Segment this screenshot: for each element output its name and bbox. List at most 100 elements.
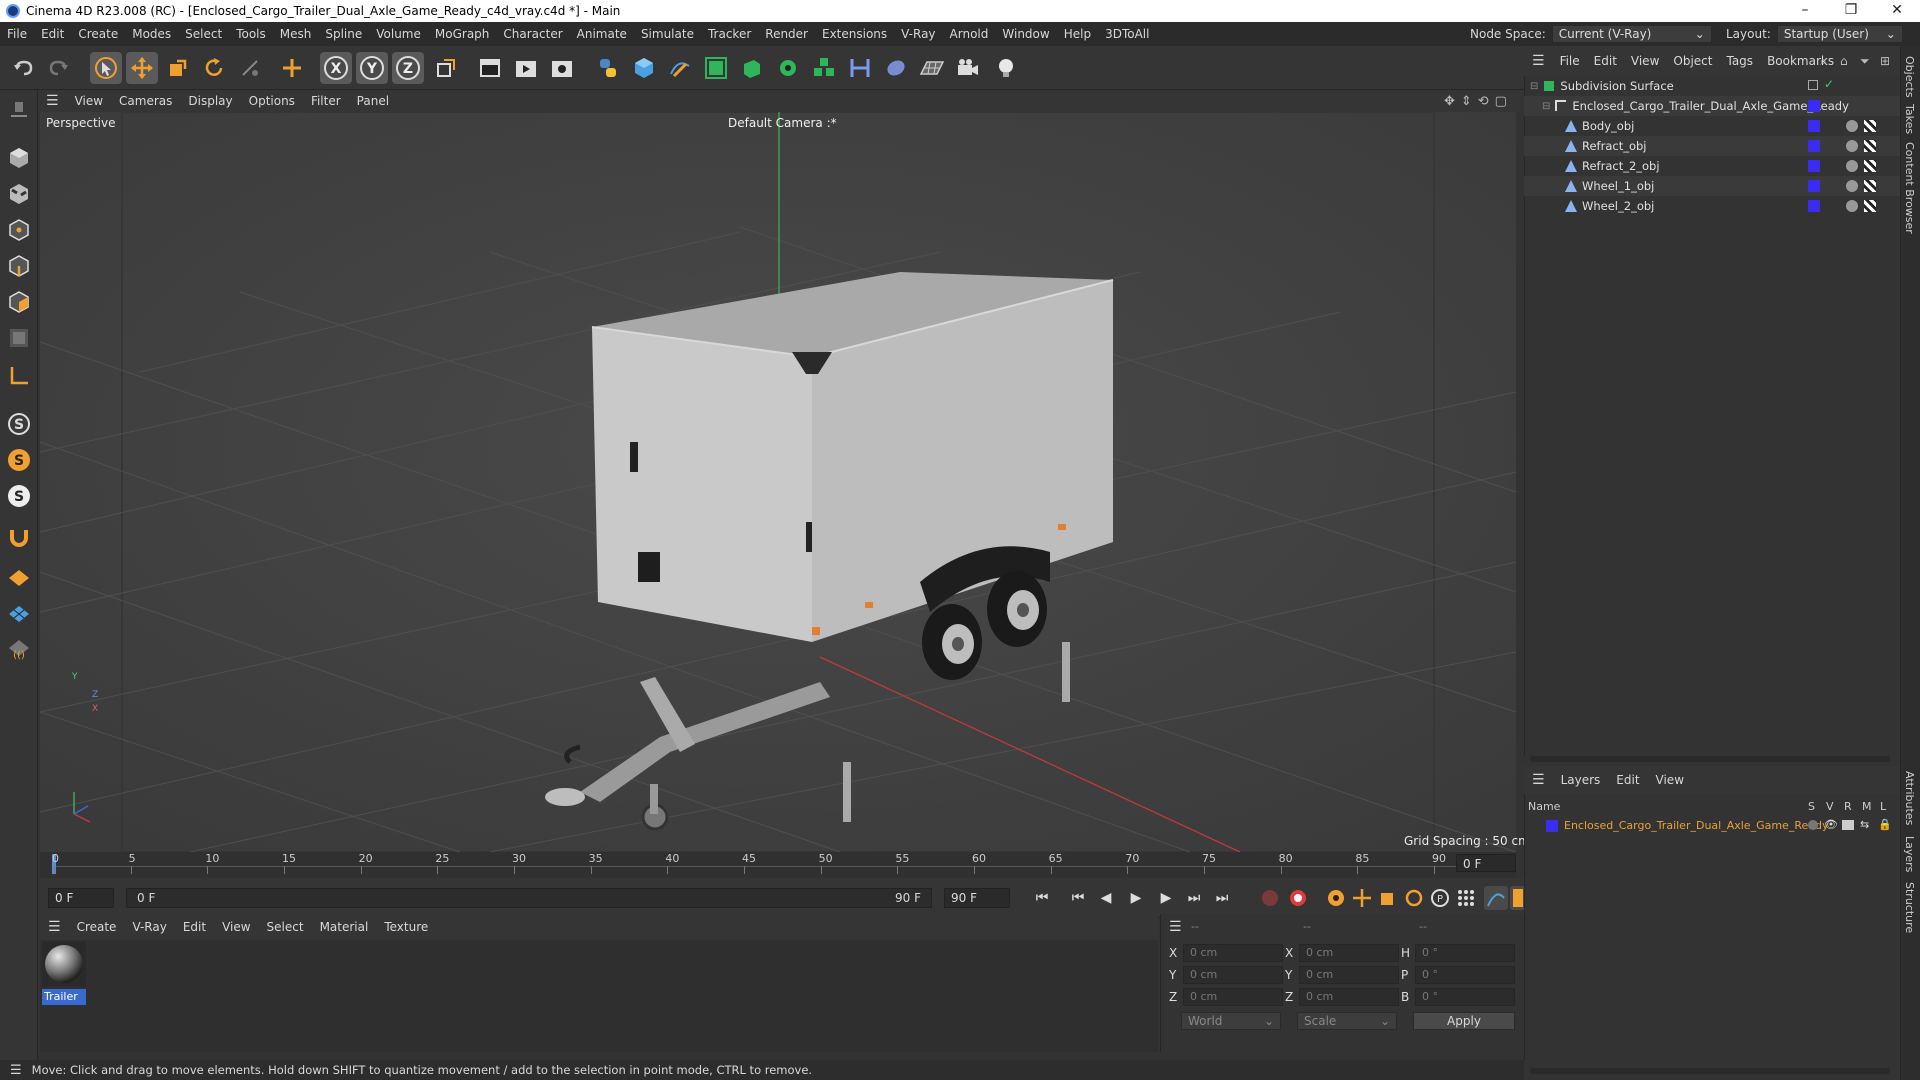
scale-mode-dropdown[interactable]: Scale ⌄ bbox=[1297, 1012, 1397, 1030]
locked-workplane-button[interactable] bbox=[3, 596, 35, 628]
pos-z-field[interactable]: 0 cm bbox=[1183, 988, 1283, 1006]
deformer-button[interactable] bbox=[844, 52, 876, 84]
previous-frame-button[interactable]: ◀ bbox=[1094, 886, 1118, 910]
z-axis-lock-button[interactable]: Z bbox=[392, 52, 424, 84]
menu-tools[interactable]: Tools bbox=[229, 27, 273, 41]
key-parameter-button[interactable]: P bbox=[1428, 886, 1452, 910]
menu-edit[interactable]: Edit bbox=[34, 27, 71, 41]
menu-create[interactable]: Create bbox=[71, 27, 125, 41]
scale-tool-button[interactable] bbox=[162, 52, 194, 84]
om-menu-bookmarks[interactable]: Bookmarks bbox=[1760, 54, 1841, 68]
hamburger-icon[interactable]: ☰ bbox=[1524, 772, 1553, 788]
end-frame-field[interactable]: 90 F bbox=[944, 888, 1010, 908]
uv-mode-button[interactable] bbox=[3, 322, 35, 354]
om-menu-edit[interactable]: Edit bbox=[1587, 54, 1624, 68]
workplane-button[interactable] bbox=[3, 560, 35, 592]
tab-attributes[interactable]: Attributes bbox=[1903, 771, 1916, 825]
next-frame-button[interactable]: ▶ bbox=[1154, 886, 1178, 910]
quantize-button[interactable]: (() bbox=[3, 632, 35, 664]
axis-mode-button[interactable] bbox=[3, 360, 35, 392]
om-filter-icon[interactable]: ⏷ bbox=[1860, 54, 1870, 69]
viewport-menu-cameras[interactable]: Cameras bbox=[111, 94, 180, 108]
key-rotation-button[interactable] bbox=[1402, 886, 1426, 910]
viewport-menu-view[interactable]: View bbox=[67, 94, 111, 108]
frame-range-slider[interactable]: 0 F 90 F bbox=[126, 888, 932, 908]
object-row-trailer-null[interactable]: ⊟ Enclosed_Cargo_Trailer_Dual_Axle_Game_… bbox=[1524, 96, 1900, 116]
menu-mesh[interactable]: Mesh bbox=[273, 27, 319, 41]
snap-button[interactable]: S bbox=[3, 408, 35, 440]
material-menu-texture[interactable]: Texture bbox=[376, 920, 436, 934]
render-settings-button[interactable] bbox=[546, 52, 578, 84]
layer-row[interactable]: Enclosed_Cargo_Trailer_Dual_Axle_Game_Re… bbox=[1524, 816, 1900, 836]
menu-3dtoall[interactable]: 3DToAll bbox=[1098, 27, 1156, 41]
om-menu-view[interactable]: View bbox=[1624, 54, 1666, 68]
extrude-button[interactable] bbox=[736, 52, 768, 84]
material-menu-create[interactable]: Create bbox=[69, 920, 125, 934]
redo-button[interactable] bbox=[42, 52, 74, 84]
coordinate-system-button[interactable] bbox=[430, 52, 462, 84]
material-tag-icon[interactable] bbox=[1846, 160, 1858, 172]
menu-character[interactable]: Character bbox=[496, 27, 569, 41]
restore-button[interactable]: ❐ bbox=[1828, 0, 1874, 22]
menu-modes[interactable]: Modes bbox=[125, 27, 178, 41]
go-to-start-button[interactable]: ⏮ bbox=[1030, 886, 1054, 910]
magnet-button[interactable] bbox=[3, 520, 35, 552]
viewport-menu-filter[interactable]: Filter bbox=[303, 94, 349, 108]
menu-tracker[interactable]: Tracker bbox=[701, 27, 758, 41]
rotate-tool-button[interactable] bbox=[198, 52, 230, 84]
collapse-icon[interactable]: ⊟ bbox=[1542, 101, 1550, 112]
key-selection-button[interactable] bbox=[1324, 886, 1348, 910]
hamburger-icon[interactable]: ☰ bbox=[1524, 53, 1553, 69]
material-tag-icon[interactable] bbox=[1846, 180, 1858, 192]
om-home-icon[interactable]: ⌂ bbox=[1840, 54, 1848, 68]
camera-button[interactable] bbox=[952, 52, 984, 84]
material-tag-icon[interactable] bbox=[1846, 120, 1858, 132]
manager-toggle-icon[interactable]: ⇆ bbox=[1860, 818, 1869, 831]
key-scale-button[interactable] bbox=[1376, 886, 1400, 910]
menu-volume[interactable]: Volume bbox=[369, 27, 428, 41]
hamburger-icon[interactable]: ☰ bbox=[1169, 919, 1182, 935]
menu-vray[interactable]: V-Ray bbox=[894, 27, 942, 41]
enabled-check-icon[interactable]: ✓ bbox=[1824, 77, 1834, 91]
snap-settings-button[interactable]: S bbox=[3, 444, 35, 476]
node-space-dropdown[interactable]: Current (V-Ray) ⌄ bbox=[1551, 25, 1712, 43]
key-pla-button[interactable] bbox=[1454, 886, 1478, 910]
go-to-end-button[interactable]: ⏭ bbox=[1210, 886, 1234, 910]
material-tag-icon[interactable] bbox=[1846, 140, 1858, 152]
menu-window[interactable]: Window bbox=[995, 27, 1056, 41]
mograph-button[interactable] bbox=[808, 52, 840, 84]
rot-p-field[interactable]: 0 ° bbox=[1415, 966, 1515, 984]
pos-x-field[interactable]: 0 cm bbox=[1183, 944, 1283, 962]
menu-select[interactable]: Select bbox=[178, 27, 229, 41]
edge-mode-button[interactable] bbox=[3, 250, 35, 282]
interpolation-button[interactable] bbox=[1484, 886, 1508, 910]
autokey-button[interactable] bbox=[1258, 886, 1282, 910]
undo-button[interactable] bbox=[8, 52, 40, 84]
texture-mode-button[interactable] bbox=[3, 178, 35, 210]
menu-help[interactable]: Help bbox=[1057, 27, 1098, 41]
eye-icon[interactable]: 👁 bbox=[1824, 818, 1838, 831]
floor-button[interactable] bbox=[916, 52, 948, 84]
menu-spline[interactable]: Spline bbox=[318, 27, 369, 41]
om-horizontal-scrollbar[interactable] bbox=[1530, 756, 1890, 762]
python-button[interactable] bbox=[592, 52, 624, 84]
apply-button[interactable]: Apply bbox=[1413, 1012, 1515, 1030]
cloner-button[interactable] bbox=[772, 52, 804, 84]
object-row-subdivision-surface[interactable]: ⊟ Subdivision Surface ✓ bbox=[1524, 76, 1900, 96]
viewport-nav-icons[interactable]: ✥⇕⟲▢ bbox=[1444, 94, 1513, 109]
live-selection-button[interactable] bbox=[90, 52, 122, 84]
polygon-mode-button[interactable] bbox=[3, 286, 35, 318]
render-view-button[interactable] bbox=[474, 52, 506, 84]
object-row-wheel-1[interactable]: Wheel_1_obj bbox=[1524, 176, 1900, 196]
object-row-body[interactable]: Body_obj bbox=[1524, 116, 1900, 136]
rot-b-field[interactable]: 0 ° bbox=[1415, 988, 1515, 1006]
subdivision-surface-button[interactable] bbox=[700, 52, 732, 84]
tab-layers[interactable]: Layers bbox=[1903, 836, 1916, 872]
tab-structure[interactable]: Structure bbox=[1903, 882, 1916, 933]
menu-file[interactable]: File bbox=[0, 27, 34, 41]
material-menu-material[interactable]: Material bbox=[312, 920, 377, 934]
make-editable-button[interactable] bbox=[3, 94, 35, 126]
om-menu-file[interactable]: File bbox=[1553, 54, 1587, 68]
size-z-field[interactable]: 0 cm bbox=[1299, 988, 1399, 1006]
material-menu-select[interactable]: Select bbox=[259, 920, 312, 934]
